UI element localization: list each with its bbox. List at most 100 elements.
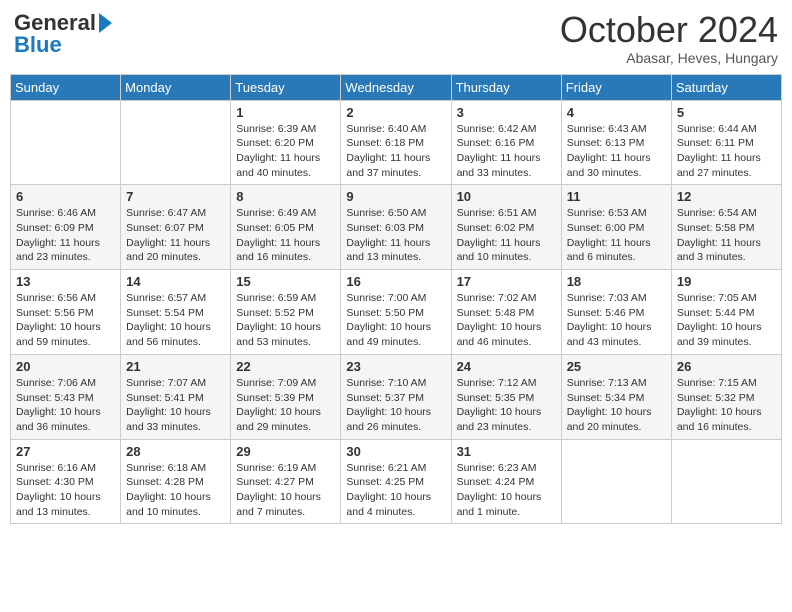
calendar-cell: 28Sunrise: 6:18 AM Sunset: 4:28 PM Dayli… xyxy=(121,439,231,524)
day-info: Sunrise: 6:49 AM Sunset: 6:05 PM Dayligh… xyxy=(236,206,335,265)
day-info: Sunrise: 7:00 AM Sunset: 5:50 PM Dayligh… xyxy=(346,291,445,350)
calendar-cell: 14 Sunrise: 6:57 AM Sunset: 5:54 PM Dayli… xyxy=(121,270,231,355)
logo: General Blue xyxy=(14,10,112,58)
day-number: 19 xyxy=(677,274,776,289)
calendar-cell: 26 Sunrise: 7:15 AM Sunset: 5:32 PM Dayli… xyxy=(671,354,781,439)
calendar-cell xyxy=(121,100,231,185)
calendar-cell: 21Sunrise: 7:07 AM Sunset: 5:41 PM Dayli… xyxy=(121,354,231,439)
calendar-week-row: 27 Sunrise: 6:16 AM Sunset: 4:30 PM Dayli… xyxy=(11,439,782,524)
day-number: 27 xyxy=(16,444,115,459)
day-number: 14 xyxy=(126,274,225,289)
day-info: Sunrise: 6:47 AM Sunset: 6:07 PM Dayligh… xyxy=(126,206,225,265)
day-info: Sunrise: 7:02 AM Sunset: 5:48 PM Dayligh… xyxy=(457,291,556,350)
day-info: Sunrise: 7:12 AM Sunset: 5:35 PM Dayligh… xyxy=(457,376,556,435)
day-number: 13 xyxy=(16,274,115,289)
day-number: 6 xyxy=(16,189,115,204)
day-info: Sunrise: 6:53 AM Sunset: 6:00 PM Dayligh… xyxy=(567,206,666,265)
weekday-header: Friday xyxy=(561,74,671,100)
day-number: 29 xyxy=(236,444,335,459)
day-info: Sunrise: 6:16 AM Sunset: 4:30 PM Dayligh… xyxy=(16,461,115,520)
day-info: Sunrise: 6:39 AM Sunset: 6:20 PM Dayligh… xyxy=(236,122,335,181)
day-number: 8 xyxy=(236,189,335,204)
day-number: 31 xyxy=(457,444,556,459)
day-number: 28 xyxy=(126,444,225,459)
day-info: Sunrise: 6:44 AM Sunset: 6:11 PM Dayligh… xyxy=(677,122,776,181)
weekday-header: Wednesday xyxy=(341,74,451,100)
weekday-header: Thursday xyxy=(451,74,561,100)
calendar-cell: 11 Sunrise: 6:53 AM Sunset: 6:00 PM Dayli… xyxy=(561,185,671,270)
weekday-header: Monday xyxy=(121,74,231,100)
calendar-week-row: 6 Sunrise: 6:46 AM Sunset: 6:09 PM Daylig… xyxy=(11,185,782,270)
calendar-cell: 20 Sunrise: 7:06 AM Sunset: 5:43 PM Dayli… xyxy=(11,354,121,439)
day-info: Sunrise: 7:10 AM Sunset: 5:37 PM Dayligh… xyxy=(346,376,445,435)
location: Abasar, Heves, Hungary xyxy=(560,50,778,66)
day-info: Sunrise: 7:15 AM Sunset: 5:32 PM Dayligh… xyxy=(677,376,776,435)
day-info: Sunrise: 6:54 AM Sunset: 5:58 PM Dayligh… xyxy=(677,206,776,265)
day-number: 15 xyxy=(236,274,335,289)
month-title: October 2024 xyxy=(560,10,778,50)
calendar-cell: 8 Sunrise: 6:49 AM Sunset: 6:05 PM Daylig… xyxy=(231,185,341,270)
calendar-cell: 24 Sunrise: 7:12 AM Sunset: 5:35 PM Dayli… xyxy=(451,354,561,439)
weekday-header: Saturday xyxy=(671,74,781,100)
day-number: 9 xyxy=(346,189,445,204)
calendar-cell: 4 Sunrise: 6:43 AM Sunset: 6:13 PM Daylig… xyxy=(561,100,671,185)
day-info: Sunrise: 7:13 AM Sunset: 5:34 PM Dayligh… xyxy=(567,376,666,435)
calendar-table: SundayMondayTuesdayWednesdayThursdayFrid… xyxy=(10,74,782,525)
day-number: 22 xyxy=(236,359,335,374)
day-number: 2 xyxy=(346,105,445,120)
calendar-cell: 23 Sunrise: 7:10 AM Sunset: 5:37 PM Dayli… xyxy=(341,354,451,439)
day-number: 5 xyxy=(677,105,776,120)
weekday-header: Sunday xyxy=(11,74,121,100)
day-number: 21 xyxy=(126,359,225,374)
day-number: 10 xyxy=(457,189,556,204)
day-info: Sunrise: 6:42 AM Sunset: 6:16 PM Dayligh… xyxy=(457,122,556,181)
calendar-header-row: SundayMondayTuesdayWednesdayThursdayFrid… xyxy=(11,74,782,100)
day-number: 12 xyxy=(677,189,776,204)
calendar-cell: 27 Sunrise: 6:16 AM Sunset: 4:30 PM Dayli… xyxy=(11,439,121,524)
calendar-cell: 12 Sunrise: 6:54 AM Sunset: 5:58 PM Dayli… xyxy=(671,185,781,270)
calendar-cell: 9Sunrise: 6:50 AM Sunset: 6:03 PM Daylig… xyxy=(341,185,451,270)
day-info: Sunrise: 6:46 AM Sunset: 6:09 PM Dayligh… xyxy=(16,206,115,265)
day-info: Sunrise: 6:23 AM Sunset: 4:24 PM Dayligh… xyxy=(457,461,556,520)
day-info: Sunrise: 6:19 AM Sunset: 4:27 PM Dayligh… xyxy=(236,461,335,520)
logo-blue: Blue xyxy=(14,32,62,58)
calendar-cell: 7 Sunrise: 6:47 AM Sunset: 6:07 PM Daylig… xyxy=(121,185,231,270)
calendar-cell: 10Sunrise: 6:51 AM Sunset: 6:02 PM Dayli… xyxy=(451,185,561,270)
day-number: 3 xyxy=(457,105,556,120)
calendar-week-row: 13 Sunrise: 6:56 AM Sunset: 5:56 PM Dayli… xyxy=(11,270,782,355)
day-number: 16 xyxy=(346,274,445,289)
calendar-cell: 30 Sunrise: 6:21 AM Sunset: 4:25 PM Dayli… xyxy=(341,439,451,524)
calendar-cell: 5 Sunrise: 6:44 AM Sunset: 6:11 PM Daylig… xyxy=(671,100,781,185)
day-info: Sunrise: 6:21 AM Sunset: 4:25 PM Dayligh… xyxy=(346,461,445,520)
day-number: 7 xyxy=(126,189,225,204)
calendar-cell: 25 Sunrise: 7:13 AM Sunset: 5:34 PM Dayli… xyxy=(561,354,671,439)
day-number: 17 xyxy=(457,274,556,289)
day-info: Sunrise: 7:09 AM Sunset: 5:39 PM Dayligh… xyxy=(236,376,335,435)
day-info: Sunrise: 6:56 AM Sunset: 5:56 PM Dayligh… xyxy=(16,291,115,350)
day-info: Sunrise: 6:57 AM Sunset: 5:54 PM Dayligh… xyxy=(126,291,225,350)
day-number: 30 xyxy=(346,444,445,459)
calendar-cell: 16 Sunrise: 7:00 AM Sunset: 5:50 PM Dayli… xyxy=(341,270,451,355)
calendar-cell: 18Sunrise: 7:03 AM Sunset: 5:46 PM Dayli… xyxy=(561,270,671,355)
day-info: Sunrise: 7:05 AM Sunset: 5:44 PM Dayligh… xyxy=(677,291,776,350)
day-number: 4 xyxy=(567,105,666,120)
day-number: 23 xyxy=(346,359,445,374)
weekday-header: Tuesday xyxy=(231,74,341,100)
day-number: 26 xyxy=(677,359,776,374)
day-number: 20 xyxy=(16,359,115,374)
day-number: 24 xyxy=(457,359,556,374)
day-info: Sunrise: 6:59 AM Sunset: 5:52 PM Dayligh… xyxy=(236,291,335,350)
logo-arrow-icon xyxy=(99,13,112,33)
calendar-cell: 3 Sunrise: 6:42 AM Sunset: 6:16 PM Daylig… xyxy=(451,100,561,185)
day-info: Sunrise: 6:43 AM Sunset: 6:13 PM Dayligh… xyxy=(567,122,666,181)
calendar-cell xyxy=(11,100,121,185)
day-number: 25 xyxy=(567,359,666,374)
day-info: Sunrise: 7:06 AM Sunset: 5:43 PM Dayligh… xyxy=(16,376,115,435)
calendar-cell xyxy=(561,439,671,524)
day-number: 1 xyxy=(236,105,335,120)
day-number: 11 xyxy=(567,189,666,204)
calendar-cell: 13 Sunrise: 6:56 AM Sunset: 5:56 PM Dayli… xyxy=(11,270,121,355)
calendar-cell: 1 Sunrise: 6:39 AM Sunset: 6:20 PM Daylig… xyxy=(231,100,341,185)
calendar-cell: 31 Sunrise: 6:23 AM Sunset: 4:24 PM Dayli… xyxy=(451,439,561,524)
title-area: October 2024 Abasar, Heves, Hungary xyxy=(560,10,778,66)
